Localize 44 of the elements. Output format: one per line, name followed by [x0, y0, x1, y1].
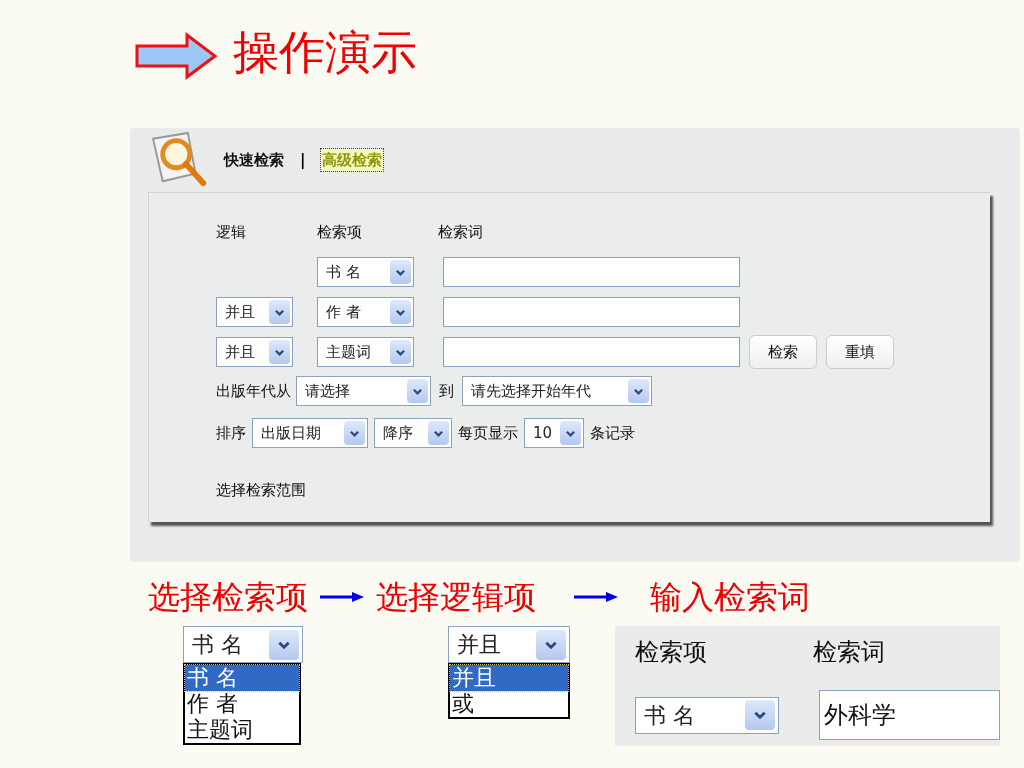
form-button[interactable]: 重填: [826, 335, 894, 369]
per-page-label: 每页显示: [458, 422, 518, 444]
search-term-field[interactable]: [443, 337, 740, 367]
dropdown[interactable]: 降序: [374, 418, 452, 448]
search-term-field[interactable]: [443, 257, 740, 287]
dropdown[interactable]: 书 名: [635, 696, 779, 734]
dropdown[interactable]: 出版日期: [252, 418, 368, 448]
sort-label: 排序: [216, 422, 246, 444]
search-term-field[interactable]: 外科学: [819, 690, 1000, 740]
slide-title: 操作演示: [233, 24, 417, 81]
column-header: 检索词: [438, 221, 483, 243]
search-term-field[interactable]: [443, 297, 740, 327]
dropdown-option[interactable]: 主题词: [185, 717, 299, 743]
dropdown-option[interactable]: 作 者: [185, 691, 299, 717]
dropdown[interactable]: 10: [524, 418, 584, 448]
dropdown[interactable]: 书 名: [317, 257, 414, 287]
step-caption: 输入检索词: [650, 577, 810, 617]
dropdown[interactable]: 请选择: [296, 376, 431, 406]
tab-separator: |: [299, 149, 307, 171]
dropdown[interactable]: 并且: [448, 626, 570, 663]
search-tab[interactable]: 快速检索: [224, 148, 284, 172]
column-header: 检索项: [317, 221, 363, 243]
arrow-icon: [135, 32, 217, 80]
dropdown-option[interactable]: 书 名: [185, 665, 299, 691]
year-from-label: 出版年代从: [216, 380, 291, 402]
arrow-icon: [574, 591, 618, 603]
arrow-icon: [320, 591, 364, 603]
dropdown[interactable]: 并且: [216, 297, 293, 327]
dropdown-option[interactable]: 并且: [450, 665, 568, 691]
year-to-label: 到: [438, 380, 455, 402]
dropdown[interactable]: 作 者: [317, 297, 414, 327]
dropdown[interactable]: 主题词: [317, 337, 414, 367]
dropdown[interactable]: 并且: [216, 337, 293, 367]
dropdown[interactable]: 书 名: [183, 626, 303, 663]
records-label: 条记录: [590, 422, 635, 444]
dropdown-option[interactable]: 或: [450, 691, 568, 717]
column-header: 检索项: [635, 637, 708, 668]
step-caption: 选择检索项: [148, 577, 308, 617]
column-header: 检索词: [813, 637, 885, 668]
form-button[interactable]: 检索: [749, 335, 817, 369]
dropdown[interactable]: 请先选择开始年代: [462, 376, 652, 406]
search-scope-label: 选择检索范围: [216, 480, 307, 501]
column-header: 逻辑: [216, 221, 247, 243]
step-caption: 选择逻辑项: [376, 577, 536, 617]
